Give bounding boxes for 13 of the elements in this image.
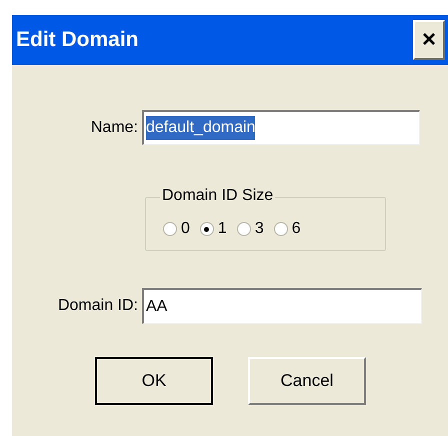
- radio-option[interactable]: 0: [163, 217, 190, 241]
- name-label: Name:: [90, 118, 139, 138]
- domain-id-field[interactable]: AA: [142, 288, 422, 324]
- radio-option[interactable]: 3: [236, 217, 264, 241]
- window-title: Edit Domain: [16, 27, 139, 54]
- radio-option[interactable]: 6: [274, 217, 301, 241]
- name-field[interactable]: default_domain: [142, 110, 420, 145]
- ok-button[interactable]: OK: [95, 357, 213, 405]
- cancel-button[interactable]: Cancel: [248, 357, 366, 405]
- radio-option[interactable]: 1: [200, 217, 227, 241]
- selected-text: default_domain: [146, 116, 256, 140]
- domain-id-label: Domain ID:: [56, 296, 139, 316]
- close-button[interactable]: ×: [413, 20, 445, 60]
